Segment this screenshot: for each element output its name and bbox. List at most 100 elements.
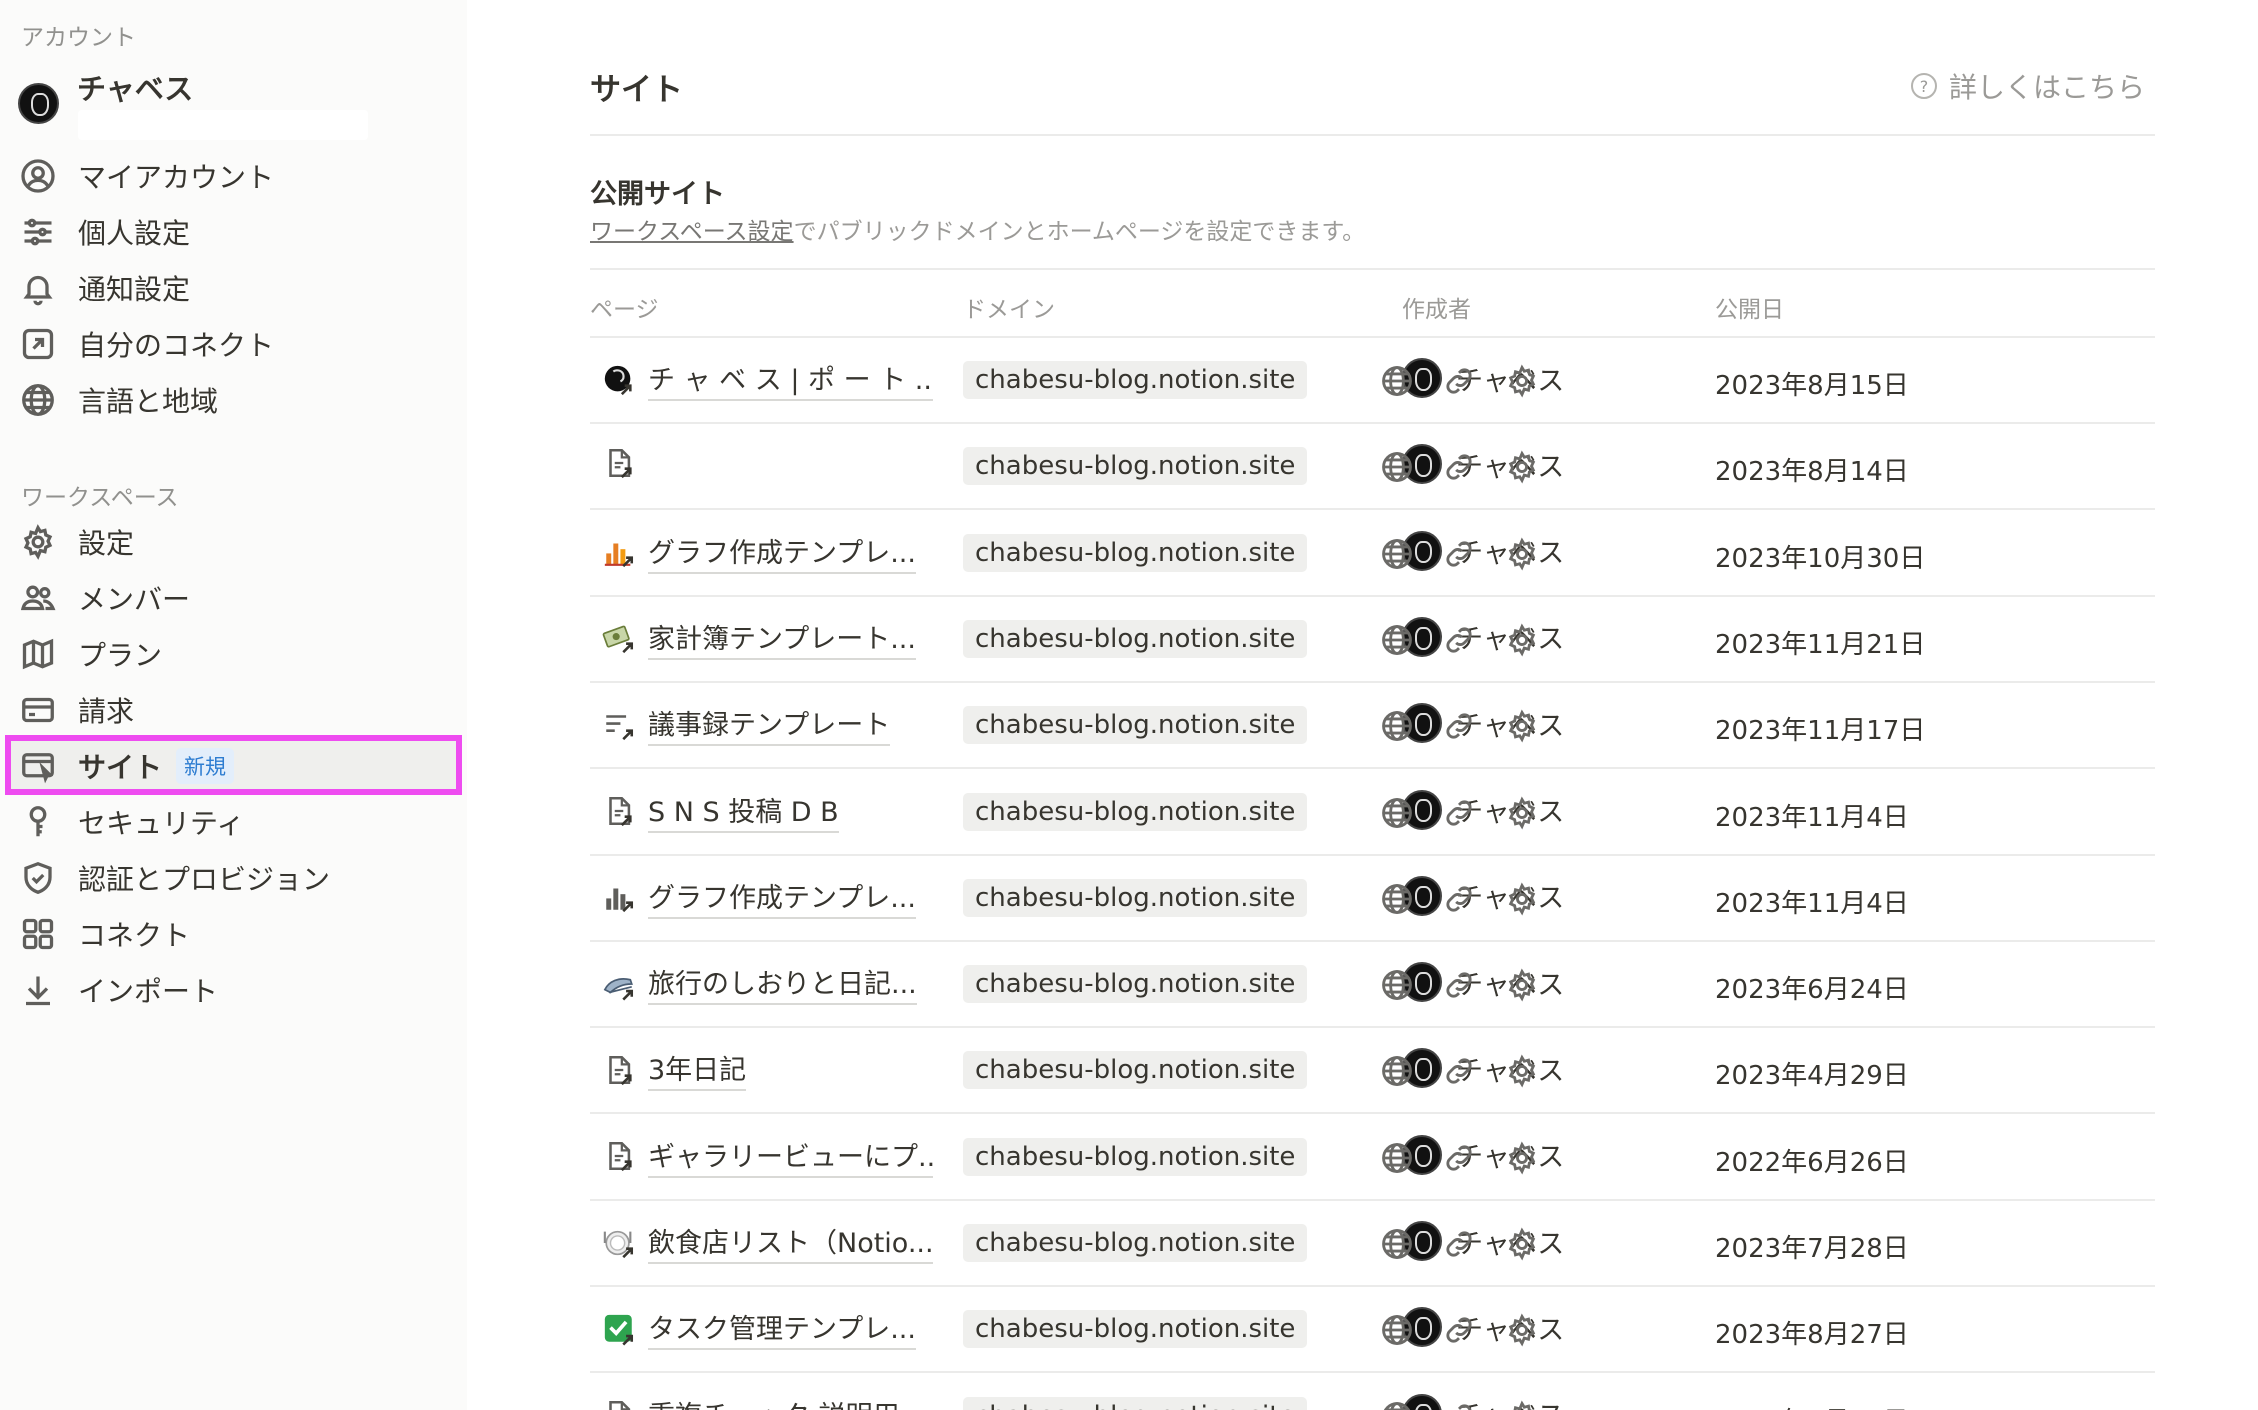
sidebar-item-account-4[interactable]: 言語と地域 [18,377,458,423]
new-badge: 新規 [176,748,235,784]
sidebar-item-workspace-3[interactable]: 請求 [18,687,458,733]
page-link[interactable]: ギャラリービューにプ... [600,1135,933,1178]
gear-icon[interactable] [1503,1052,1541,1090]
globe-icon[interactable] [1378,535,1416,573]
sidebar-item-workspace-2[interactable]: プラン [18,631,458,677]
sidebar-item-account-3[interactable]: 自分のコネクト [18,321,458,367]
publish-date: 2023年11月4日 [1715,888,1909,919]
gear-icon[interactable] [1503,966,1541,1004]
account-section-label: アカウント [21,25,136,51]
page-link[interactable]: グラフ作成テンプレ... [600,531,916,574]
sidebar-item-workspace-5[interactable]: セキュリティ [18,799,458,845]
link-icon[interactable] [1440,621,1478,659]
domain-chip: chabesu-blog.notion.site [963,1224,1308,1262]
globe-icon[interactable] [1378,1052,1416,1090]
link-icon[interactable] [1440,362,1478,400]
table-row: グラフ作成テンプレ... chabesu-blog.notion.site チャベス… [590,856,2155,942]
domain-chip: chabesu-blog.notion.site [963,1051,1308,1090]
globe-icon[interactable] [1378,1398,1416,1410]
link-icon[interactable] [1440,448,1478,486]
gear-icon[interactable] [1503,535,1541,573]
avatar-page-icon [600,361,638,399]
domain-chip: chabesu-blog.notion.site [963,878,1308,917]
page-link[interactable]: 重複チェック 説明用 [600,1394,900,1410]
link-icon[interactable] [1440,880,1478,918]
gear-icon[interactable] [1503,362,1541,400]
page-link[interactable]: 飲食店リスト（Notio... [600,1221,933,1264]
page-name: 旅行のしおりと日記... [648,962,917,1006]
sidebar-item-workspace-0[interactable]: 設定 [18,519,458,565]
link-icon[interactable] [1440,707,1478,745]
account-email-redacted [78,110,368,140]
globe-icon[interactable] [1378,448,1416,486]
table-row: 飲食店リスト（Notio... chabesu-blog.notion.site チ… [590,1201,2155,1287]
page-name: 飲食店リスト（Notio... [648,1221,933,1264]
gear-icon[interactable] [1503,880,1541,918]
sidebar-item-workspace-8[interactable]: インポート [18,967,458,1013]
gear-icon[interactable] [1503,448,1541,486]
sidebar-item-workspace-1[interactable]: メンバー [18,575,458,621]
learn-more-link[interactable]: ? 詳しくはこちら [1910,66,2145,106]
gear-icon[interactable] [1503,1139,1541,1177]
link-icon[interactable] [1440,1311,1478,1349]
sidebar-item-workspace-4[interactable]: サイト 新規 [18,743,458,789]
help-icon: ? [1910,73,1937,99]
publish-date: 2023年8月26日 [1715,1401,1909,1410]
gear-icon[interactable] [1503,1225,1541,1263]
globe-icon[interactable] [1378,362,1416,400]
publish-date: 2023年11月17日 [1715,716,1926,747]
sidebar-item-label: サイト [78,751,163,784]
page-link[interactable]: S N S 投稿 D B [600,790,839,833]
publish-date: 2023年7月28日 [1715,1234,1909,1264]
column-header-author: 作成者 [1402,297,1471,323]
document-icon [600,1051,638,1089]
page-link[interactable]: タスク管理テンプレ... [600,1307,916,1351]
sidebar-item-workspace-6[interactable]: 認証とプロビジョン [18,855,458,901]
sidebar-item-account-0[interactable]: マイアカウント [18,153,458,199]
globe-icon[interactable] [1378,707,1416,745]
globe-icon[interactable] [1378,1311,1416,1349]
globe-icon[interactable] [1378,1225,1416,1263]
link-icon[interactable] [1440,794,1478,832]
domain-chip: chabesu-blog.notion.site [963,533,1308,572]
link-icon[interactable] [1440,1398,1478,1410]
page-link[interactable]: 旅行のしおりと日記... [600,962,917,1006]
domain-chip: chabesu-blog.notion.site [963,792,1308,831]
link-icon[interactable] [1440,1139,1478,1177]
sidebar-item-label: 個人設定 [78,217,191,250]
page-link[interactable]: 3年日記 [600,1048,747,1092]
globe-icon[interactable] [1378,966,1416,1004]
globe-icon[interactable] [1378,621,1416,659]
gear-icon[interactable] [1503,794,1541,832]
sidebar-item-label: プラン [78,639,163,672]
link-icon[interactable] [1440,966,1478,1004]
sidebar-item-account-1[interactable]: 個人設定 [18,209,458,255]
column-header-page: ページ [590,297,659,323]
page-link[interactable]: グラフ作成テンプレ... [600,876,916,919]
page-link[interactable] [600,444,648,482]
page-link[interactable]: チ ャ ベ ス | ポ ー ト ... [600,358,933,401]
link-icon[interactable] [1440,1052,1478,1090]
sidebar-item-workspace-7[interactable]: コネクト [18,911,458,957]
workspace-settings-link[interactable]: ワークスペース設定 [590,219,794,245]
gear-icon[interactable] [1503,1311,1541,1349]
table-row: ギャラリービューにプ... chabesu-blog.notion.site チャベ… [590,1115,2155,1201]
account-name: チャベス [77,72,194,106]
link-icon[interactable] [1440,1225,1478,1263]
link-icon[interactable] [1440,535,1478,573]
document-icon [600,1396,638,1410]
gear-icon[interactable] [1503,1398,1541,1410]
page-link[interactable]: 家計簿テンプレート... [600,617,916,660]
sidebar-item-account-2[interactable]: 通知設定 [18,265,458,311]
checklist-icon [600,706,638,744]
domain-chip: chabesu-blog.notion.site [963,361,1308,399]
globe-icon[interactable] [1378,1139,1416,1177]
page-title: サイト [590,72,683,108]
globe-icon[interactable] [1378,794,1416,832]
public-sites-description: ワークスペース設定でパブリックドメインとホームページを設定できます。 [590,212,1365,246]
page-name: 家計簿テンプレート... [648,617,916,660]
gear-icon[interactable] [1503,707,1541,745]
globe-icon[interactable] [1378,880,1416,918]
gear-icon[interactable] [1503,621,1541,659]
page-link[interactable]: 議事録テンプレート [600,703,891,747]
